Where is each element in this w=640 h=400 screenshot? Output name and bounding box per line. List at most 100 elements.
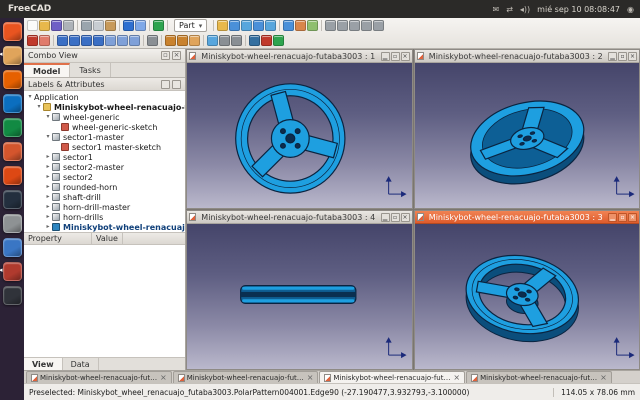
value-column-header[interactable]: Value	[92, 233, 123, 244]
chamfer-icon[interactable]	[373, 20, 384, 31]
python-console-icon[interactable]	[249, 35, 260, 46]
tab-data[interactable]: Data	[63, 358, 99, 370]
view-top-icon[interactable]	[81, 35, 92, 46]
minimize-button[interactable]: ▁	[608, 213, 617, 222]
part-cone-icon[interactable]	[253, 20, 264, 31]
undo-icon[interactable]	[123, 20, 134, 31]
tree-item-sector1[interactable]: ▸sector1	[24, 152, 185, 162]
launcher-item-firefox[interactable]	[0, 68, 24, 90]
view-isometric-icon[interactable]	[57, 35, 68, 46]
tree-search-button[interactable]	[161, 80, 170, 89]
launcher-item-files[interactable]: ◂	[0, 44, 24, 66]
tree-filter-button[interactable]	[172, 80, 181, 89]
document-tab[interactable]: Miniskybot-wheel-renacuajo-futaba3003 : …	[466, 371, 612, 383]
cut-icon[interactable]	[81, 20, 92, 31]
document-tab[interactable]: Miniskybot-wheel-renacuajo-futaba3003 : …	[319, 371, 465, 383]
measure-clear-icon[interactable]	[189, 35, 200, 46]
viewport-titlebar[interactable]: Miniskybot-wheel-renacuajo-futaba3003 : …	[187, 50, 412, 63]
part-sphere-icon[interactable]	[241, 20, 252, 31]
close-icon[interactable]: ×	[307, 374, 314, 382]
session-indicator-icon[interactable]: ◉	[627, 5, 634, 14]
close-button[interactable]: ×	[401, 213, 410, 222]
revolve-icon[interactable]	[337, 20, 348, 31]
sound-indicator-icon[interactable]: ◂))	[520, 5, 530, 14]
save-document-icon[interactable]	[51, 20, 62, 31]
undock-panel-button[interactable]: ▫	[161, 51, 170, 60]
close-icon[interactable]: ×	[600, 374, 607, 382]
tree-item-sector1-master-sketch[interactable]: sector1 master-sketch	[24, 142, 185, 152]
3d-viewport[interactable]	[187, 224, 412, 369]
view-front-icon[interactable]	[69, 35, 80, 46]
tree-item-sector1-master[interactable]: ▾sector1-master	[24, 132, 185, 142]
restore-button[interactable]: ▫	[391, 52, 400, 61]
launcher-item-freecad[interactable]: ◂	[0, 260, 24, 282]
launcher-item-libreoffice-calc[interactable]	[0, 116, 24, 138]
tree-item-sector2-master[interactable]: ▸sector2-master	[24, 162, 185, 172]
tree-toggle-icon[interactable]: ▸	[44, 182, 52, 192]
restore-button[interactable]: ▫	[618, 213, 627, 222]
tree-item-miniskybot-wheel-renacuajo-futaba3003-final[interactable]: ▸Miniskybot-wheel-renacuajo-futaba3003-f…	[24, 222, 185, 232]
fillet-icon[interactable]	[361, 20, 372, 31]
refresh-icon[interactable]	[153, 20, 164, 31]
clipping-plane-icon[interactable]	[219, 35, 230, 46]
tree-item-miniskybot-wheel-renacuajo-futaba3003[interactable]: ▾Miniskybot-wheel-renacuajo-futaba3003	[24, 102, 185, 112]
close-button[interactable]: ×	[401, 52, 410, 61]
tree-toggle-icon[interactable]: ▸	[44, 162, 52, 172]
tree-toggle-icon[interactable]: ▸	[44, 172, 52, 182]
tab-tasks[interactable]: Tasks	[70, 63, 110, 77]
tree-toggle-icon[interactable]: ▾	[44, 112, 52, 122]
viewport-titlebar[interactable]: Miniskybot-wheel-renacuajo-futaba3003 : …	[415, 211, 640, 224]
paste-icon[interactable]	[105, 20, 116, 31]
3d-viewport[interactable]	[187, 63, 412, 208]
restore-button[interactable]: ▫	[618, 52, 627, 61]
workbench-selector[interactable]: Part▾	[174, 19, 207, 32]
tree-item-rounded-horn[interactable]: ▸rounded-horn	[24, 182, 185, 192]
boolean-union-icon[interactable]	[283, 20, 294, 31]
fit-all-icon[interactable]	[27, 35, 38, 46]
minimize-button[interactable]: ▁	[608, 52, 617, 61]
part-cylinder-icon[interactable]	[229, 20, 240, 31]
measure-linear-icon[interactable]	[165, 35, 176, 46]
view-right-icon[interactable]	[93, 35, 104, 46]
document-tab[interactable]: Miniskybot-wheel-renacuajo-futaba3003 : …	[26, 371, 172, 383]
tree-item-horn-drill-master[interactable]: ▸horn-drill-master	[24, 202, 185, 212]
tab-model[interactable]: Model	[24, 63, 70, 77]
3d-viewport[interactable]	[415, 63, 640, 208]
boolean-common-icon[interactable]	[307, 20, 318, 31]
tree-item-wheel-generic-sketch[interactable]: wheel-generic-sketch	[24, 122, 185, 132]
viewport-titlebar[interactable]: Miniskybot-wheel-renacuajo-futaba3003 : …	[415, 50, 640, 63]
launcher-item-text-editor[interactable]	[0, 236, 24, 258]
view-bottom-icon[interactable]	[117, 35, 128, 46]
network-indicator-icon[interactable]: ⇄	[506, 5, 513, 14]
tree-toggle-icon[interactable]: ▸	[44, 222, 52, 232]
tree-toggle-icon[interactable]: ▾	[26, 92, 34, 102]
tab-view[interactable]: View	[24, 358, 63, 370]
minimize-button[interactable]: ▁	[381, 213, 390, 222]
launcher-item-system-settings[interactable]	[0, 212, 24, 234]
launcher-item-dash-home[interactable]	[0, 20, 24, 42]
message-indicator-icon[interactable]: ✉	[493, 5, 500, 14]
launcher-item-terminal[interactable]	[0, 284, 24, 306]
launcher-item-libreoffice-writer[interactable]	[0, 92, 24, 114]
launcher-item-ubuntu-software[interactable]	[0, 164, 24, 186]
tree-item-wheel-generic[interactable]: ▾wheel-generic	[24, 112, 185, 122]
close-icon[interactable]: ×	[160, 374, 167, 382]
launcher-item-amazon[interactable]	[0, 188, 24, 210]
view-rear-icon[interactable]	[105, 35, 116, 46]
draw-style-icon[interactable]	[147, 35, 158, 46]
part-box-icon[interactable]	[217, 20, 228, 31]
tree-toggle-icon[interactable]: ▸	[44, 192, 52, 202]
copy-icon[interactable]	[93, 20, 104, 31]
tree-toggle-icon[interactable]: ▾	[44, 132, 52, 142]
view-left-icon[interactable]	[129, 35, 140, 46]
mirror-icon[interactable]	[349, 20, 360, 31]
tree-toggle-icon[interactable]: ▸	[44, 212, 52, 222]
box-selection-icon[interactable]	[207, 35, 218, 46]
property-column-header[interactable]: Property	[24, 233, 92, 244]
tree-item-application[interactable]: ▾Application	[24, 92, 185, 102]
fit-selection-icon[interactable]	[39, 35, 50, 46]
print-icon[interactable]	[63, 20, 74, 31]
clock[interactable]: mié sep 10 08:08:47	[537, 5, 620, 14]
part-torus-icon[interactable]	[265, 20, 276, 31]
measure-angular-icon[interactable]	[177, 35, 188, 46]
